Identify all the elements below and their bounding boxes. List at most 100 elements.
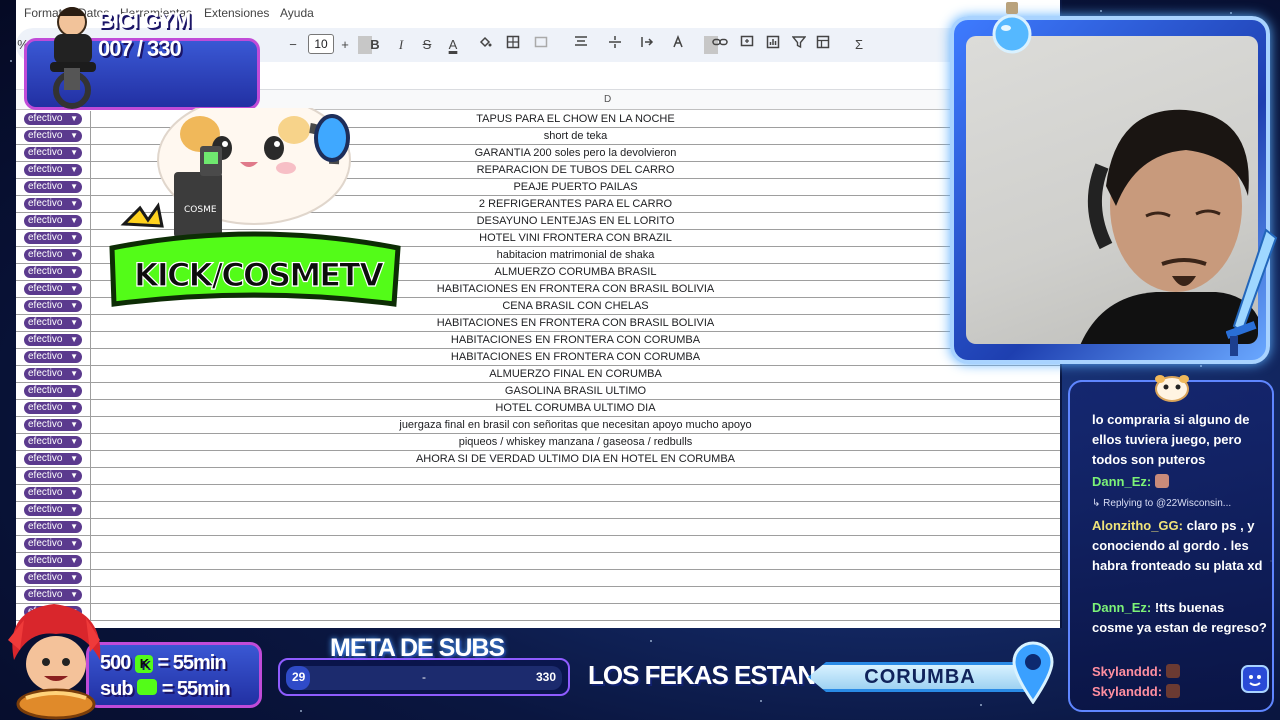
chevron-down-icon: ▼ — [70, 386, 78, 395]
chat-username[interactable]: Dann_Ez: — [1092, 474, 1151, 489]
payment-method-dropdown[interactable]: efectivo▼ — [24, 198, 82, 210]
chevron-down-icon: ▼ — [70, 131, 78, 140]
chevron-down-icon: ▼ — [70, 182, 78, 191]
chevron-down-icon: ▼ — [70, 454, 78, 463]
payment-method-dropdown[interactable]: efectivo▼ — [24, 470, 82, 482]
map-pin-icon — [1012, 641, 1054, 704]
payment-method-dropdown[interactable]: efectivo▼ — [24, 164, 82, 176]
cell-divider — [90, 553, 91, 569]
horizontal-align-icon[interactable] — [574, 35, 590, 55]
payment-method-dropdown[interactable]: efectivo▼ — [24, 113, 82, 125]
payment-method-dropdown[interactable]: efectivo▼ — [24, 249, 82, 261]
table-view-icon[interactable] — [816, 35, 832, 55]
payment-method-dropdown[interactable]: efectivo▼ — [24, 334, 82, 346]
table-row: efectivo▼ — [16, 536, 1060, 553]
sub-rate: sub = 55min — [100, 678, 231, 700]
face-emote-icon — [1165, 684, 1180, 698]
description-cell[interactable]: AHORA SI DE VERDAD ULTIMO DIA EN HOTEL E… — [91, 453, 1060, 465]
borders-icon[interactable] — [506, 35, 520, 55]
description-cell[interactable]: HABITACIONES EN FRONTERA CON CORUMBA — [91, 351, 1060, 363]
payment-method-dropdown[interactable]: efectivo▼ — [24, 232, 82, 244]
font-size-decrease-button[interactable]: − — [286, 35, 300, 55]
payment-method-dropdown[interactable]: efectivo▼ — [24, 572, 82, 584]
chat-username[interactable]: Dann_Ez: — [1092, 600, 1151, 615]
payment-method-dropdown[interactable]: efectivo▼ — [24, 130, 82, 142]
fill-color-icon[interactable] — [478, 35, 492, 55]
payment-method-dropdown[interactable]: efectivo▼ — [24, 521, 82, 533]
cell-divider — [90, 570, 91, 586]
chat-username[interactable]: Alonzitho_GG: — [1092, 518, 1183, 533]
table-row: efectivo▼ — [16, 604, 1060, 621]
chevron-down-icon: ▼ — [70, 437, 78, 446]
payment-method-dropdown[interactable]: efectivo▼ — [24, 283, 82, 295]
chat-reply-context: ↳ Replying to @22Wisconsin... — [1092, 498, 1232, 509]
chevron-down-icon: ▼ — [70, 335, 78, 344]
description-cell[interactable]: HOTEL CORUMBA ULTIMO DIA — [91, 402, 1060, 414]
merge-cells-icon[interactable] — [534, 35, 548, 55]
face-emote-icon — [1154, 474, 1169, 488]
sword-icon — [1226, 228, 1278, 356]
sum-function-button[interactable]: Σ — [852, 35, 866, 55]
payment-method-dropdown[interactable]: efectivo▼ — [24, 538, 82, 550]
potion-icon — [992, 2, 1032, 54]
table-row: efectivo ▼ HABITACIONES EN FRONTERA CON CO… — [16, 332, 1060, 349]
table-row: efectivo▼ — [16, 468, 1060, 485]
description-cell[interactable]: ALMUERZO FINAL EN CORUMBA — [91, 368, 1060, 380]
payment-method-dropdown[interactable]: efectivo▼ — [24, 487, 82, 499]
red-hair-mascot-icon — [8, 604, 101, 720]
payment-method-dropdown[interactable]: efectivo▼ — [24, 453, 82, 465]
insert-chart-icon[interactable] — [766, 35, 780, 55]
payment-method-dropdown[interactable]: efectivo▼ — [24, 266, 82, 278]
font-size-input[interactable]: 10 — [308, 34, 334, 54]
hamster-icon — [1155, 375, 1189, 402]
text-wrap-icon[interactable] — [640, 35, 656, 55]
chevron-down-icon: ▼ — [70, 352, 78, 361]
bold-button[interactable]: B — [368, 35, 382, 55]
chevron-down-icon: ▼ — [70, 403, 78, 412]
vertical-align-icon[interactable] — [608, 35, 624, 55]
strikethrough-button[interactable]: S — [420, 35, 434, 55]
text-rotation-icon[interactable] — [672, 34, 688, 55]
text-color-button[interactable]: A — [446, 35, 460, 55]
chevron-down-icon: ▼ — [70, 148, 78, 157]
payment-method-dropdown[interactable]: efectivo▼ — [24, 300, 82, 312]
chat-message: Dann_Ez: — [1092, 472, 1268, 492]
chevron-down-icon: ▼ — [70, 284, 78, 293]
payment-method-dropdown[interactable]: efectivo▼ — [24, 181, 82, 193]
chevron-down-icon: ▼ — [70, 216, 78, 225]
column-header-d[interactable]: D — [604, 94, 611, 105]
payment-method-dropdown[interactable]: efectivo▼ — [24, 215, 82, 227]
insert-link-icon[interactable] — [712, 35, 728, 55]
menu-help[interactable]: Ayuda — [280, 6, 314, 20]
description-cell[interactable]: juergaza final en brasil con señoritas q… — [91, 419, 1060, 431]
payment-method-dropdown[interactable]: efectivo▼ — [24, 419, 82, 431]
payment-method-dropdown[interactable]: efectivo▼ — [24, 504, 82, 516]
font-size-increase-button[interactable]: + — [338, 35, 352, 55]
filter-icon[interactable] — [791, 35, 807, 55]
payment-method-dropdown[interactable]: efectivo▼ — [24, 147, 82, 159]
cell-divider — [90, 536, 91, 552]
cell-divider — [90, 485, 91, 501]
payment-method-dropdown[interactable]: efectivo▼ — [24, 351, 82, 363]
payment-method-dropdown[interactable]: efectivo▼ — [24, 436, 82, 448]
description-cell[interactable]: HABITACIONES EN FRONTERA CON BRASIL BOLI… — [91, 317, 1060, 329]
insert-comment-icon[interactable] — [740, 35, 754, 55]
description-cell[interactable]: GASOLINA BRASIL ULTIMO — [91, 385, 1060, 397]
kick-sub-rate: 500 K = 55min — [100, 652, 227, 674]
payment-method-dropdown[interactable]: efectivo▼ — [24, 555, 82, 567]
chevron-down-icon: ▼ — [70, 488, 78, 497]
menu-extensions[interactable]: Extensiones — [204, 6, 269, 20]
table-row: efectivo ▼ HOTEL CORUMBA ULTIMO DIA — [16, 400, 1060, 417]
chat-username[interactable]: Skylanddd: — [1092, 684, 1162, 699]
payment-method-dropdown[interactable]: efectivo▼ — [24, 402, 82, 414]
table-row: efectivo ▼ juergaza final en brasil con se… — [16, 417, 1060, 434]
chat-message: Alonzitho_GG: claro ps , y conociendo al… — [1092, 518, 1263, 573]
payment-method-dropdown[interactable]: efectivo▼ — [24, 317, 82, 329]
payment-method-dropdown[interactable]: efectivo▼ — [24, 368, 82, 380]
table-row: efectivo ▼ GASOLINA BRASIL ULTIMO — [16, 383, 1060, 400]
description-cell[interactable]: HABITACIONES EN FRONTERA CON CORUMBA — [91, 334, 1060, 346]
payment-method-dropdown[interactable]: efectivo▼ — [24, 385, 82, 397]
italic-button[interactable]: I — [394, 35, 408, 55]
chat-username[interactable]: Skylanddd: — [1092, 664, 1162, 679]
description-cell[interactable]: piqueos / whiskey manzana / gaseosa / re… — [91, 436, 1060, 448]
